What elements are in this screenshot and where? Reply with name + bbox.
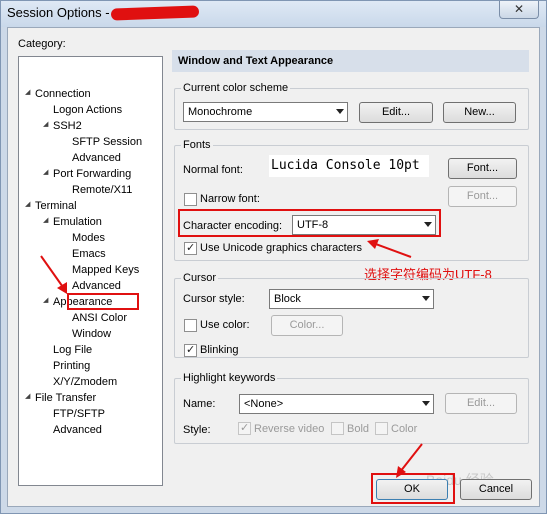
color-scheme-new-button[interactable]: New...: [443, 102, 516, 123]
cursor-style-label: Cursor style:: [183, 293, 245, 305]
narrow-font-label: Narrow font:: [200, 193, 260, 205]
tree-item-emacs[interactable]: Emacs: [72, 247, 106, 261]
redaction-mark: [110, 5, 200, 21]
blinking-label: Blinking: [200, 344, 239, 356]
tree-item-file-transfer[interactable]: File Transfer: [35, 391, 96, 405]
chevron-down-icon: [422, 401, 430, 406]
highlight-name-value: <None>: [244, 398, 284, 410]
tree-item-remote-x11[interactable]: Remote/X11: [72, 183, 132, 197]
tree-item-ssh2[interactable]: SSH2: [53, 119, 82, 133]
narrow-font-button[interactable]: Font...: [448, 186, 517, 207]
normal-font-preview: Lucida Console 10pt: [269, 155, 429, 177]
normal-font-label: Normal font:: [183, 164, 243, 176]
tree-item-ansi-color[interactable]: ANSI Color: [72, 311, 127, 325]
cursor-legend: Cursor: [183, 272, 217, 284]
panel-header: Window and Text Appearance: [172, 50, 529, 72]
blinking-checkbox[interactable]: [184, 343, 197, 357]
highlight-edit-button[interactable]: Edit...: [445, 393, 517, 414]
chevron-down-icon: [336, 109, 344, 114]
color-scheme-value: Monochrome: [188, 106, 253, 118]
category-tree[interactable]: ◢ Connection Logon Actions ◢ SSH2 SFTP S…: [18, 56, 163, 486]
use-color-label: Use color:: [200, 319, 250, 331]
reverse-video-label: Reverse video: [254, 423, 325, 435]
narrow-font-checkbox[interactable]: [184, 193, 197, 206]
tree-item-logon-actions[interactable]: Logon Actions: [53, 103, 122, 117]
tree-item-connection[interactable]: Connection: [35, 87, 91, 101]
tree-item-port-forwarding[interactable]: Port Forwarding: [53, 167, 131, 181]
unicode-graphics-checkbox[interactable]: [184, 241, 197, 255]
reverse-video-checkbox[interactable]: [238, 421, 251, 435]
window-title: Session Options -: [7, 5, 110, 20]
category-label: Category:: [18, 38, 66, 50]
color-checkbox[interactable]: [375, 422, 388, 435]
expand-arrow-icon[interactable]: ◢: [25, 392, 30, 400]
ok-highlight-box: [371, 473, 455, 504]
use-color-checkbox[interactable]: [184, 319, 197, 332]
expand-arrow-icon[interactable]: ◢: [43, 216, 48, 224]
highlight-name-label: Name:: [183, 398, 216, 410]
tree-item-window[interactable]: Window: [72, 327, 111, 341]
tree-item-modes[interactable]: Modes: [72, 231, 105, 245]
highlight-name-select[interactable]: <None>: [239, 394, 434, 414]
chevron-down-icon: [422, 296, 430, 301]
annotation-arrow-icon: [367, 239, 412, 258]
tree-item-file-transfer-advanced[interactable]: Advanced: [53, 423, 102, 437]
color-scheme-select[interactable]: Monochrome: [183, 102, 348, 122]
cursor-style-value: Block: [274, 293, 301, 305]
appearance-highlight-box: [67, 293, 139, 310]
fonts-legend: Fonts: [183, 139, 211, 151]
tree-item-xyzmodem[interactable]: X/Y/Zmodem: [53, 375, 117, 389]
cancel-button[interactable]: Cancel: [460, 479, 532, 500]
dialog-body: Category: ◢ Connection Logon Actions ◢ S…: [7, 27, 540, 507]
tree-item-ftp-sftp[interactable]: FTP/SFTP: [53, 407, 105, 421]
highlight-keywords-legend: Highlight keywords: [183, 372, 276, 384]
close-icon[interactable]: ✕: [499, 1, 539, 19]
tree-item-emulation[interactable]: Emulation: [53, 215, 102, 229]
cursor-color-button[interactable]: Color...: [271, 315, 343, 336]
tree-item-log-file[interactable]: Log File: [53, 343, 92, 357]
expand-arrow-icon[interactable]: ◢: [43, 120, 48, 128]
highlight-style-label: Style:: [183, 424, 211, 436]
title-bar: Session Options - ✕: [1, 1, 546, 27]
tree-item-mapped-keys[interactable]: Mapped Keys: [72, 263, 139, 277]
tree-item-ssh2-advanced[interactable]: Advanced: [72, 151, 121, 165]
expand-arrow-icon[interactable]: ◢: [43, 168, 48, 176]
tree-item-terminal[interactable]: Terminal: [35, 199, 77, 213]
unicode-graphics-label: Use Unicode graphics characters: [200, 242, 363, 254]
expand-arrow-icon[interactable]: ◢: [25, 200, 30, 208]
color-scheme-edit-button[interactable]: Edit...: [359, 102, 433, 123]
tree-item-sftp-session[interactable]: SFTP Session: [72, 135, 142, 149]
color-label: Color: [391, 423, 418, 435]
tree-item-emulation-advanced[interactable]: Advanced: [72, 279, 121, 293]
annotation-arrow-icon: [40, 255, 67, 294]
color-scheme-legend: Current color scheme: [183, 82, 289, 94]
session-options-dialog: Session Options - ✕ Category: ◢ Connecti…: [0, 0, 547, 514]
cursor-style-select[interactable]: Block: [269, 289, 434, 309]
bold-checkbox[interactable]: [331, 422, 344, 435]
bold-label: Bold: [347, 423, 370, 435]
normal-font-button[interactable]: Font...: [448, 158, 517, 179]
tree-item-printing[interactable]: Printing: [53, 359, 90, 373]
expand-arrow-icon[interactable]: ◢: [25, 88, 30, 96]
